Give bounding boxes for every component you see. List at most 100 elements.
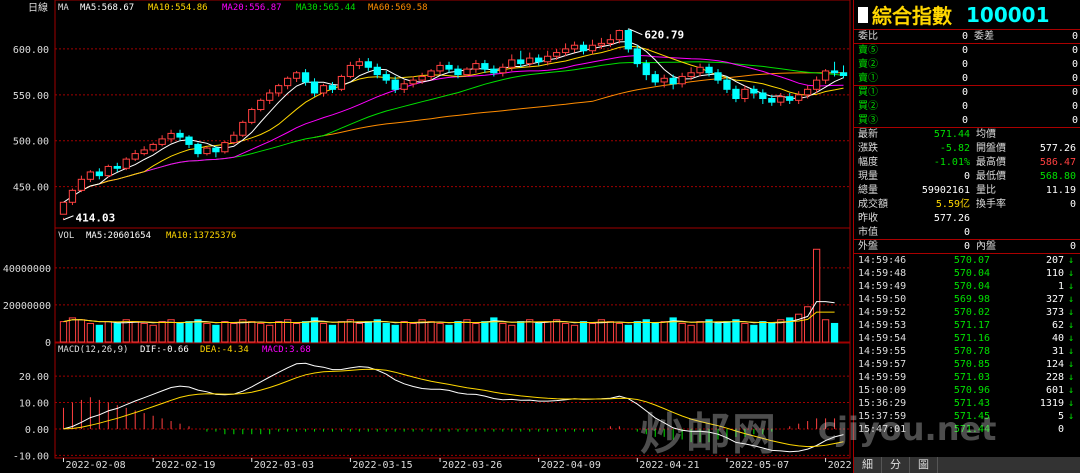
volume-bar: [759, 321, 767, 343]
volume-bar: [463, 319, 471, 343]
index-name: 綜合指數: [872, 4, 952, 28]
candle-body: [714, 72, 722, 81]
volume-bar: [830, 322, 839, 343]
candle-body: [77, 178, 86, 191]
panel-cell: 外盤: [858, 241, 878, 252]
volume-bar: [292, 322, 301, 343]
candle-body: [418, 75, 426, 81]
volume-bar: [283, 319, 292, 343]
volume-bar: [68, 317, 77, 343]
price-tick-label: 600.00: [13, 45, 49, 56]
candle-body: [319, 85, 328, 94]
quote-panel: 綜合指數 100001 委比 0 委差 0 賣⑤ 0 0 賣② 0 0 賣① 0 0 買① 0 0 買② 0 0 買…: [853, 0, 1080, 473]
candle-body: [301, 72, 310, 83]
panel-cell: 賣②: [858, 59, 878, 70]
volume-bar: [552, 319, 561, 343]
panel-tab[interactable]: 細: [854, 457, 882, 473]
panel-cell: 0: [1071, 87, 1078, 98]
candle-body: [400, 83, 408, 90]
candle-body: [750, 88, 758, 94]
volume-bar: [337, 321, 346, 343]
panel-cell: 0: [961, 101, 968, 112]
panel-cell: 開盤價: [970, 143, 1007, 154]
candle-body: [597, 42, 606, 46]
panel-tab[interactable]: 分: [882, 457, 910, 473]
panel-tab[interactable]: 圖: [910, 457, 938, 473]
bid-row: 買③ 0 0: [854, 114, 1080, 128]
stat-row: 幅度 -1.01% 最高價 586.47: [854, 156, 1080, 170]
volume-bar: [535, 322, 543, 343]
volume-bar: [176, 322, 184, 343]
candle-body: [212, 147, 220, 153]
tick-qty: 1: [1057, 281, 1064, 292]
panel-cell: 0: [1071, 101, 1078, 112]
ma5-line: [63, 41, 844, 203]
panel-cell: 換手率: [970, 199, 1007, 210]
tick-time: 14:59:46: [858, 255, 907, 266]
panel-cell: 幅度: [858, 157, 878, 168]
ma-legend-label: MA20:556.87: [222, 3, 282, 13]
panel-cell: -5.82: [939, 143, 970, 154]
panel-cell: 買②: [858, 101, 878, 112]
date-label: 2022-02-19: [155, 460, 215, 471]
tick-time: 14:59:49: [858, 281, 907, 292]
volume-bar: [723, 321, 731, 343]
price-tick-label: 550.00: [13, 91, 49, 102]
candle-body: [830, 70, 839, 74]
volume-bar: [149, 324, 157, 343]
vol-ma10-label: MA10:13725376: [166, 231, 236, 241]
candle-body: [606, 39, 615, 44]
tick-time: 15:36:29: [858, 398, 907, 409]
volume-bar: [364, 321, 372, 343]
ma-legend-label: MA: [58, 3, 69, 13]
panel-cell: 0: [1071, 73, 1078, 84]
tick-price: 570.02: [953, 307, 990, 318]
panel-cell: 0: [961, 31, 968, 42]
tick-qty: 601: [1045, 385, 1064, 396]
vol-legend-label: VOL: [58, 231, 74, 241]
panel-cell: 59902161: [921, 185, 970, 196]
tick-row: 14:59:59 571.03 228 ↓: [854, 371, 1080, 384]
candle-body: [364, 61, 372, 68]
ma-legend-label: MA60:569.58: [368, 3, 428, 13]
panel-cell: 漲跌: [858, 143, 878, 154]
volume-bar: [275, 321, 283, 343]
candle-body: [292, 72, 301, 79]
candle-body: [588, 44, 597, 52]
volume-bar: [624, 324, 632, 343]
candle-body: [68, 189, 77, 203]
volume-bar: [651, 322, 659, 343]
candle-body: [158, 138, 166, 145]
candlestick-chart[interactable]: 450.00 500.00 550.00 600.00 0 20000000 4000000…: [0, 0, 853, 473]
candle-body: [759, 92, 767, 99]
candle-body: [804, 88, 812, 96]
tick-qty: 207: [1045, 255, 1064, 266]
candle-body: [203, 147, 211, 155]
ma-legend-label: MA5:568.67: [80, 3, 134, 13]
candle-body: [552, 52, 561, 57]
down-arrow-icon: [1064, 423, 1074, 436]
panel-cell: 0: [1071, 59, 1078, 70]
date-label: 2022-04-09: [541, 460, 601, 471]
index-code: 100001: [966, 2, 1050, 27]
volume-bar: [400, 321, 408, 343]
candle-body: [283, 77, 292, 87]
low-price-label: 414.03: [75, 212, 115, 225]
candle-body: [59, 201, 68, 215]
candle-body: [812, 79, 821, 90]
tick-row: 14:59:57 570.85 124 ↓: [854, 358, 1080, 371]
volume-bar: [768, 322, 776, 343]
candle-body: [481, 63, 489, 70]
candle-body: [185, 136, 193, 145]
macd-tick-label: -10.00: [13, 451, 49, 462]
candle-body: [705, 66, 713, 74]
volume-bar: [499, 322, 507, 343]
volume-bar: [615, 322, 624, 343]
period-label: 日線: [28, 1, 48, 14]
tick-qty: 327: [1045, 294, 1064, 305]
macd-legend-label: MACD(12,26,9): [58, 345, 128, 355]
candle-body: [149, 143, 157, 151]
candle-body: [768, 97, 776, 103]
tick-qty: 0: [1057, 424, 1064, 435]
volume-bar: [606, 321, 615, 343]
